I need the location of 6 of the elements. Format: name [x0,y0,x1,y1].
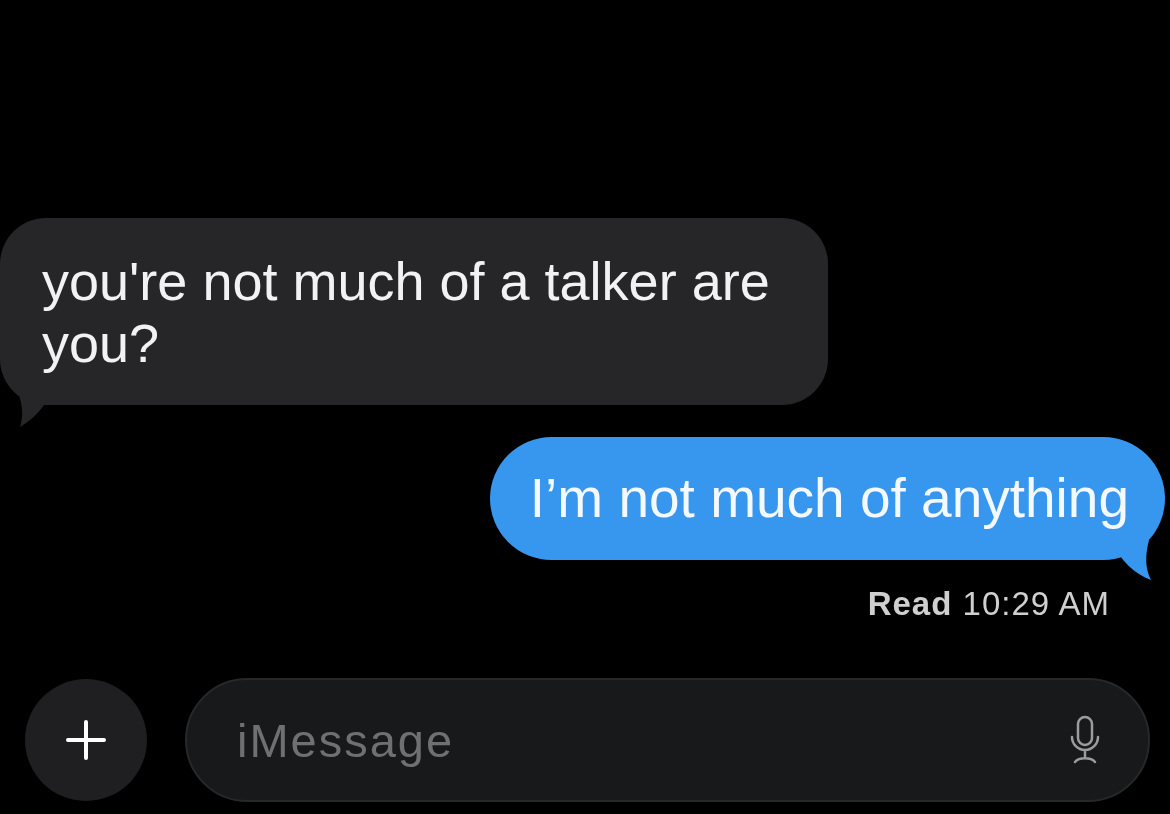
incoming-message-bubble: you're not much of a talker are you? [0,218,828,405]
plus-icon [66,720,106,760]
read-receipt: Read 10:29 AM [867,586,1110,622]
message-field[interactable]: iMessage [185,678,1150,802]
outgoing-message-bubble: I’m not much of anything [489,437,1165,560]
microphone-icon[interactable] [1068,715,1102,765]
